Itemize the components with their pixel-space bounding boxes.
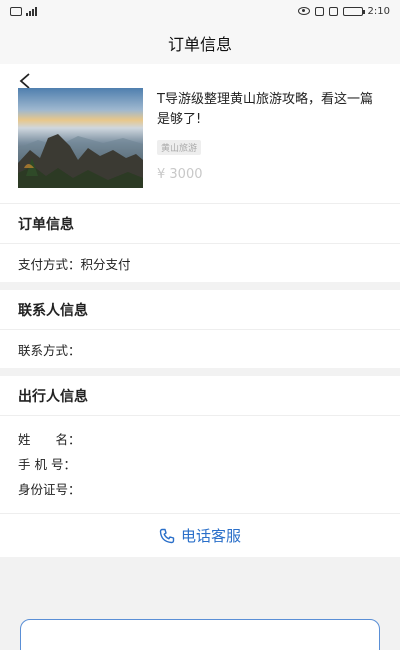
product-title: T导游级整理黄山旅游攻略，看这一篇是够了! xyxy=(157,92,373,127)
status-left xyxy=(10,6,37,16)
bottom-action-button[interactable] xyxy=(20,619,380,650)
contact-method-label: 联系方式： xyxy=(18,342,81,358)
phone-service-button[interactable]: 电话客服 xyxy=(0,513,400,557)
traveler-id-label: 身份证号： xyxy=(18,482,81,497)
page-title-bar: 订单信息 xyxy=(0,22,400,64)
bottom-area xyxy=(0,557,400,650)
traveler-section: 出行人信息 姓 名： 手 机 号： 身份证号： 电话客服 xyxy=(0,376,400,557)
content: T导游级整理黄山旅游攻略，看这一篇是够了! 黄山旅游 ¥ 3000 订单信息 支… xyxy=(0,64,400,282)
traveler-phone-label: 手 机 号： xyxy=(18,457,76,472)
contact-method-row: 联系方式： xyxy=(0,330,400,368)
contact-section: 联系人信息 联系方式： xyxy=(0,290,400,368)
product-tag: 黄山旅游 xyxy=(157,140,202,155)
status-bar: 2:10 xyxy=(0,0,400,22)
traveler-phone-row: 手 机 号： xyxy=(0,451,400,476)
payment-method-row: 支付方式： 积分支付 xyxy=(0,244,400,282)
status-right: 2:10 xyxy=(297,5,390,17)
order-info-heading: 订单信息 xyxy=(0,204,400,244)
section-gap xyxy=(0,368,400,376)
phone-service-label: 电话客服 xyxy=(180,527,241,545)
payment-method-value: 积分支付 xyxy=(80,256,131,272)
phone-icon xyxy=(159,528,175,543)
product-price: ¥ 3000 xyxy=(157,167,203,182)
contact-info-heading: 联系人信息 xyxy=(0,290,400,330)
product-card[interactable]: T导游级整理黄山旅游攻略，看这一篇是够了! 黄山旅游 ¥ 3000 xyxy=(0,64,400,204)
page-title: 订单信息 xyxy=(167,35,232,54)
product-info: T导游级整理黄山旅游攻略，看这一篇是够了! 黄山旅游 ¥ 3000 xyxy=(157,88,382,203)
traveler-info-heading: 出行人信息 xyxy=(0,376,400,416)
traveler-name-label: 姓 名： xyxy=(18,432,81,447)
mountain-image-icon xyxy=(18,134,143,188)
product-image xyxy=(18,88,143,188)
battery-icon xyxy=(342,6,365,16)
payment-method-label: 支付方式： xyxy=(18,256,81,272)
sim-icon xyxy=(10,6,22,16)
vibrate-icon xyxy=(328,6,338,16)
signal-icon xyxy=(26,6,37,16)
status-time: 2:10 xyxy=(367,5,390,17)
eye-icon xyxy=(297,7,310,15)
traveler-id-row: 身份证号： xyxy=(0,476,400,501)
traveler-name-row: 姓 名： xyxy=(0,426,400,451)
section-gap xyxy=(0,282,400,290)
nfc-icon xyxy=(314,6,324,16)
traveler-rows: 姓 名： 手 机 号： 身份证号： xyxy=(0,416,400,513)
